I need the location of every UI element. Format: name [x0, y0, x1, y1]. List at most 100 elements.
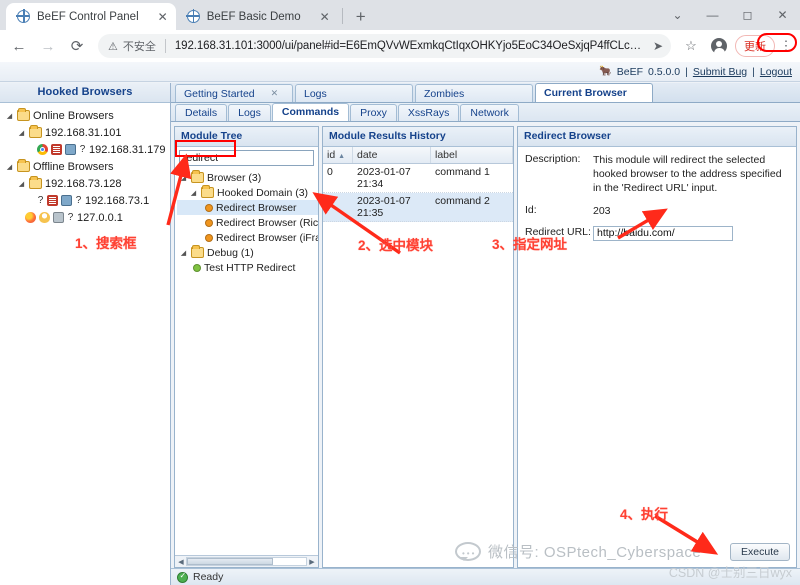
- tree-host-192-168-73-1[interactable]: ? ? 192.168.73.1: [3, 192, 170, 209]
- linux-icon: [39, 212, 50, 223]
- results-history-body: id ▲ date label 0 2023-01-07 21:34 comma…: [323, 147, 513, 567]
- module-item-test-http-redirect[interactable]: Test HTTP Redirect: [177, 260, 318, 275]
- new-tab-button[interactable]: +: [356, 7, 366, 27]
- status-dot-icon: [205, 218, 213, 227]
- menu-icon[interactable]: ⋮: [778, 38, 794, 54]
- tree-group-online[interactable]: ◢ Online Browsers: [3, 107, 170, 124]
- tab-xssrays[interactable]: XssRays: [397, 104, 460, 121]
- module-item-redirect-browser-iframe[interactable]: Redirect Browser (iFra: [177, 230, 318, 245]
- module-folder-browser[interactable]: ◢ Browser (3): [177, 170, 318, 185]
- table-row[interactable]: 1 2023-01-07 21:35 command 2: [323, 193, 513, 223]
- browser-tab-beef-basic-demo[interactable]: BeEF Basic Demo ✕: [175, 3, 338, 30]
- tab-network[interactable]: Network: [460, 104, 519, 121]
- bookmark-star-icon[interactable]: ☆: [679, 38, 703, 54]
- tab-title: BeEF Control Panel: [37, 10, 139, 23]
- close-icon[interactable]: ✕: [158, 10, 168, 24]
- tab-details[interactable]: Details: [175, 104, 228, 121]
- expand-arrow-icon[interactable]: ◢: [17, 129, 26, 137]
- close-window-icon[interactable]: ✕: [765, 1, 800, 29]
- tree-domain-label: 192.168.73.128: [45, 177, 122, 190]
- submit-bug-link[interactable]: Submit Bug: [693, 66, 747, 78]
- scroll-right-icon[interactable]: ▶: [307, 558, 317, 566]
- expand-arrow-icon[interactable]: ◢: [179, 249, 188, 257]
- tab-label: Zombies: [424, 87, 465, 100]
- module-item-redirect-browser-rickroll[interactable]: Redirect Browser (Ric: [177, 215, 318, 230]
- close-icon[interactable]: ✕: [320, 10, 330, 24]
- chrome-icon: [37, 144, 48, 155]
- tab-divider: [341, 8, 343, 24]
- update-button[interactable]: 更新: [735, 35, 775, 57]
- reload-icon[interactable]: ⟳: [64, 37, 90, 55]
- expand-arrow-icon[interactable]: ◢: [5, 112, 14, 120]
- address-bar[interactable]: ⚠ 不安全 192.168.31.101:3000/ui/panel#id=E6…: [98, 34, 671, 58]
- column-header-label[interactable]: label: [431, 147, 513, 163]
- tab-logs[interactable]: Logs: [295, 84, 413, 102]
- minimize-icon[interactable]: —: [695, 1, 730, 29]
- tab-current-browser[interactable]: Current Browser: [535, 83, 653, 102]
- expand-arrow-icon[interactable]: ◢: [17, 180, 26, 188]
- folder-icon: [29, 176, 42, 189]
- cell-label: command 2: [435, 195, 490, 208]
- tree-domain-192-168-31-101[interactable]: ◢ 192.168.31.101: [3, 124, 170, 141]
- module-detail-form: Description: This module will redirect t…: [518, 147, 796, 255]
- close-icon[interactable]: ✕: [271, 88, 279, 99]
- module-folder-hooked-domain[interactable]: ◢ Hooked Domain (3): [177, 185, 318, 200]
- monitor-icon: [65, 144, 76, 155]
- work-area: Getting Started ✕ Logs Zombies Current B…: [171, 83, 800, 585]
- tree-host-127-0-0-1[interactable]: ? 127.0.0.1: [3, 209, 170, 226]
- module-item-redirect-browser[interactable]: Redirect Browser: [177, 200, 318, 215]
- module-tree-body: ◢ Browser (3) ◢ Hooked Domain (3): [175, 147, 318, 555]
- main-tab-bar: Getting Started ✕ Logs Zombies Current B…: [171, 83, 800, 103]
- scroll-thumb[interactable]: [187, 558, 273, 565]
- browser-tab-beef-control-panel[interactable]: BeEF Control Panel ✕: [6, 3, 176, 30]
- tree-domain-192-168-73-128[interactable]: ◢ 192.168.73.128: [3, 175, 170, 192]
- module-tree-hscrollbar[interactable]: ◀ ▶: [175, 555, 318, 567]
- tab-getting-started[interactable]: Getting Started ✕: [175, 84, 293, 102]
- module-tree-list: ◢ Browser (3) ◢ Hooked Domain (3) Redire…: [175, 168, 318, 275]
- expand-arrow-icon[interactable]: ◢: [179, 174, 188, 182]
- tree-host-label: 192.168.73.1: [85, 194, 150, 207]
- logout-link[interactable]: Logout: [760, 66, 792, 78]
- expand-arrow-icon[interactable]: ◢: [5, 163, 14, 171]
- tree-group-offline[interactable]: ◢ Offline Browsers: [3, 158, 170, 175]
- module-folder-debug[interactable]: ◢ Debug (1): [177, 245, 318, 260]
- warning-icon: ⚠: [108, 40, 118, 53]
- redirect-url-input[interactable]: [593, 225, 733, 241]
- module-node-label: Debug (1): [207, 246, 254, 259]
- profile-avatar-icon[interactable]: [711, 38, 727, 55]
- tab-proxy[interactable]: Proxy: [350, 104, 397, 121]
- column-header-date[interactable]: date: [353, 147, 431, 163]
- tree-host-192-168-31-179[interactable]: ? 192.168.31.179: [3, 141, 170, 158]
- tab-commands[interactable]: Commands: [271, 103, 350, 121]
- status-bar: Ready: [171, 568, 800, 585]
- table-row[interactable]: 0 2023-01-07 21:34 command 1: [323, 164, 513, 194]
- header-separator: |: [685, 65, 688, 78]
- share-icon[interactable]: ➤: [653, 39, 663, 53]
- module-search-wrap: [175, 147, 318, 168]
- tab-logs[interactable]: Logs: [228, 104, 271, 121]
- redirect-url-label: Redirect URL:: [525, 225, 591, 238]
- tree-domain-label: 192.168.31.101: [45, 126, 122, 139]
- forward-icon[interactable]: →: [35, 38, 61, 55]
- scroll-left-icon[interactable]: ◀: [176, 558, 186, 566]
- sort-asc-icon: ▲: [338, 153, 346, 160]
- tab-zombies[interactable]: Zombies: [415, 84, 533, 102]
- execute-button[interactable]: Execute: [730, 543, 790, 561]
- maximize-icon[interactable]: ◻: [730, 1, 765, 29]
- tree-group-label: Online Browsers: [33, 109, 114, 122]
- status-dot-icon: [205, 233, 213, 242]
- unknown-icon: ?: [37, 195, 44, 206]
- back-icon[interactable]: ←: [6, 38, 32, 55]
- tab-label: Logs: [304, 87, 327, 100]
- module-search-input[interactable]: [179, 150, 314, 166]
- redirect-url-row: Redirect URL:: [525, 225, 789, 241]
- module-node-label: Redirect Browser: [216, 201, 297, 214]
- column-header-id[interactable]: id ▲: [323, 147, 353, 163]
- expand-arrow-icon[interactable]: ◢: [189, 189, 198, 197]
- module-node-label: Redirect Browser (Ric: [216, 216, 318, 229]
- tree-host-label: 192.168.31.179: [89, 143, 166, 156]
- scroll-track[interactable]: [186, 557, 307, 566]
- window-controls: ⌄ — ◻ ✕: [660, 1, 800, 29]
- chevron-down-icon[interactable]: ⌄: [660, 1, 695, 29]
- folder-icon: [17, 108, 30, 121]
